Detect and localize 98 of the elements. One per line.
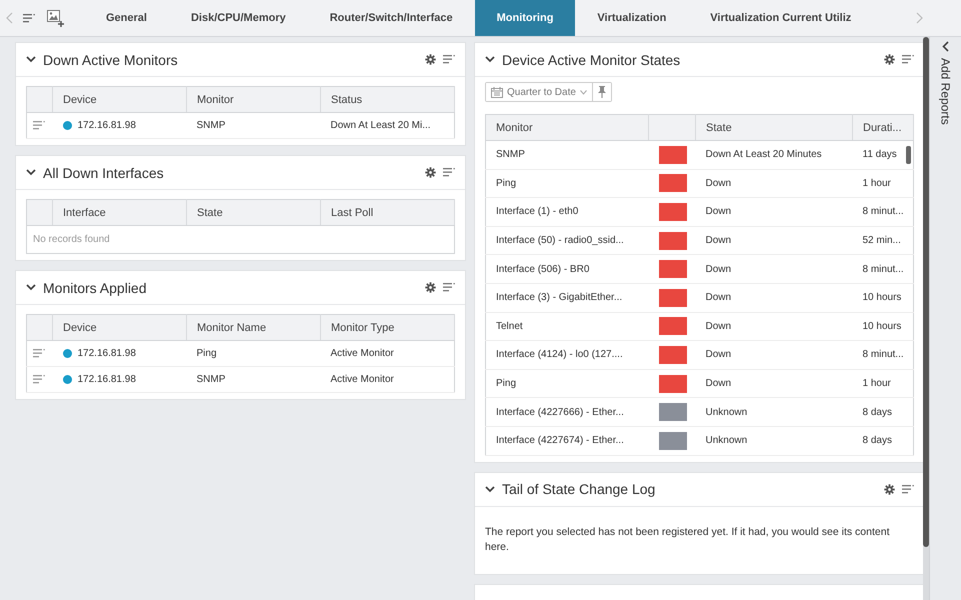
menu-icon[interactable] bbox=[443, 55, 455, 64]
report-message: The report you selected has not been registered yet. If it had, you would see its content here. bbox=[484, 524, 890, 556]
add-reports-button[interactable]: Add Reports bbox=[938, 58, 952, 125]
settings-icon[interactable] bbox=[425, 282, 436, 293]
table-cell: SNMP bbox=[496, 149, 525, 160]
table-cell: 8 minut... bbox=[862, 206, 904, 218]
table-cell: Unknown bbox=[706, 406, 748, 418]
tab[interactable]: Disk/CPU/Memory bbox=[168, 0, 308, 36]
status-dot bbox=[62, 375, 72, 384]
menu-icon[interactable] bbox=[902, 55, 914, 64]
table-cell: Down bbox=[706, 378, 732, 390]
calendar-icon bbox=[491, 86, 503, 98]
column-header[interactable]: State bbox=[186, 200, 320, 226]
column-header[interactable]: Durati... bbox=[852, 114, 914, 140]
column-header[interactable]: Device bbox=[52, 314, 186, 340]
table-cell: Down bbox=[706, 178, 732, 189]
table-cell: Down bbox=[706, 292, 732, 304]
tab[interactable]: Virtualization Current Utiliz bbox=[688, 0, 874, 36]
scrollbar-thumb[interactable] bbox=[906, 146, 911, 164]
table-cell: 11 days bbox=[862, 149, 897, 160]
table-cell: Down bbox=[706, 264, 732, 275]
tab[interactable]: Monitoring bbox=[474, 0, 576, 36]
column-header[interactable]: Monitor Name bbox=[186, 314, 320, 340]
table-cell: 172.16.81.98 bbox=[78, 120, 136, 131]
table-cell: 8 minut... bbox=[862, 349, 904, 360]
menu-icon[interactable] bbox=[443, 283, 455, 292]
table-cell: Active Monitor bbox=[330, 348, 394, 359]
row-menu-icon[interactable] bbox=[33, 121, 45, 130]
table-cell: Interface (4124) - lo0 (127.... bbox=[496, 349, 623, 360]
status-dot bbox=[62, 349, 72, 358]
table-cell: Telnet bbox=[496, 320, 523, 332]
table-cell: Interface (4227666) - Ether... bbox=[496, 406, 624, 418]
tab[interactable]: Virtualization bbox=[575, 0, 688, 36]
table-cell: Interface (1) - eth0 bbox=[496, 206, 578, 218]
panel-title: Device Active Monitor States bbox=[502, 52, 682, 68]
table-cell: 172.16.81.98 bbox=[78, 374, 136, 385]
table-cell: Interface (506) - BR0 bbox=[496, 264, 590, 275]
table-cell: Interface (4227674) - Ether... bbox=[496, 435, 624, 446]
table-cell: 1 hour bbox=[862, 378, 891, 390]
settings-icon[interactable] bbox=[425, 54, 436, 65]
tab[interactable]: General bbox=[84, 0, 169, 36]
table-cell: Unknown bbox=[706, 435, 748, 446]
menu-icon[interactable] bbox=[902, 484, 914, 494]
row-menu-icon[interactable] bbox=[33, 375, 45, 384]
column-header[interactable]: State bbox=[696, 114, 852, 140]
panel-title: Monitors Applied bbox=[43, 280, 148, 296]
table-cell: Interface (3) - GigabitEther... bbox=[496, 292, 622, 304]
column-header[interactable]: Device bbox=[52, 86, 186, 112]
table-cell: Ping bbox=[196, 348, 217, 359]
table-cell: 10 hours bbox=[862, 320, 902, 332]
table-cell: 10 hours bbox=[862, 292, 902, 304]
chevron-icon[interactable] bbox=[485, 56, 495, 63]
chevron-icon[interactable] bbox=[26, 56, 36, 63]
chevron-icon[interactable] bbox=[26, 284, 36, 291]
panel-title: All Down Interfaces bbox=[43, 164, 165, 180]
table-cell: 172.16.81.98 bbox=[78, 348, 136, 359]
table-cell: Down bbox=[706, 320, 732, 332]
menu-icon[interactable] bbox=[23, 14, 35, 22]
table-cell: Down bbox=[706, 206, 732, 218]
table-cell: 8 minut... bbox=[862, 264, 904, 275]
tab[interactable]: Router/Switch/Interface bbox=[308, 0, 475, 36]
pin-icon bbox=[598, 86, 606, 98]
caret-icon bbox=[580, 90, 587, 94]
panel-title: Tail of State Change Log bbox=[502, 481, 656, 498]
table-cell: SNMP bbox=[196, 374, 226, 385]
empty-message: No records found bbox=[26, 226, 455, 254]
settings-icon[interactable] bbox=[884, 484, 895, 495]
table-cell: Ping bbox=[496, 178, 516, 189]
table-cell: 1 hour bbox=[862, 178, 891, 189]
table-cell: 8 days bbox=[862, 435, 892, 446]
settings-icon[interactable] bbox=[884, 54, 895, 65]
table-cell: Down At Least 20 Minutes bbox=[706, 149, 822, 160]
table-cell: 8 days bbox=[862, 406, 892, 418]
add-image-icon[interactable] bbox=[47, 10, 64, 26]
date-range-dropdown[interactable]: Quarter to Date bbox=[486, 83, 593, 101]
column-header[interactable]: Interface bbox=[52, 200, 186, 226]
column-header[interactable]: Monitor bbox=[186, 86, 320, 112]
menu-icon[interactable] bbox=[443, 168, 455, 177]
status-dot bbox=[62, 121, 72, 130]
settings-icon[interactable] bbox=[425, 167, 436, 178]
row-menu-icon[interactable] bbox=[33, 349, 45, 358]
table-cell: Ping bbox=[496, 378, 516, 390]
table-cell: Down bbox=[706, 235, 732, 246]
table-cell: Active Monitor bbox=[330, 374, 394, 385]
table-cell: 52 min... bbox=[862, 235, 901, 246]
chevron-icon[interactable] bbox=[26, 169, 36, 176]
table-cell: SNMP bbox=[196, 120, 226, 131]
collapse-icon[interactable] bbox=[942, 41, 949, 52]
table-cell: Down At Least 20 Mi... bbox=[330, 120, 431, 131]
chevron-icon[interactable] bbox=[485, 486, 495, 493]
column-header[interactable]: Monitor bbox=[486, 114, 648, 140]
column-header[interactable]: Last Poll bbox=[320, 200, 454, 226]
column-header[interactable]: Monitor Type bbox=[320, 314, 454, 340]
column-header[interactable]: Status bbox=[320, 86, 454, 112]
page-scrollbar-thumb[interactable] bbox=[923, 37, 929, 547]
table-cell: Interface (50) - radio0_ssid... bbox=[496, 235, 624, 246]
panel-title: Down Active Monitors bbox=[43, 52, 179, 68]
table-cell: Down bbox=[706, 349, 732, 360]
